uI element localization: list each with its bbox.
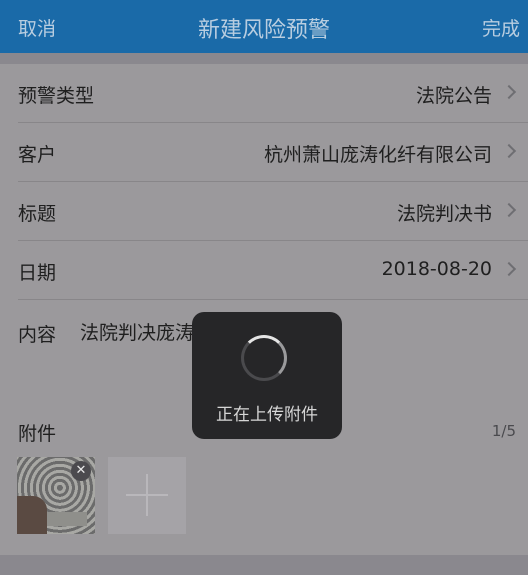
divider <box>18 299 528 300</box>
upload-message: 正在上传附件 <box>216 405 318 425</box>
page-title: 新建风险预警 <box>197 18 330 43</box>
chevron-right-icon <box>501 84 517 100</box>
spinner-icon <box>241 335 287 381</box>
row-value: 法院公告 <box>415 85 492 107</box>
row-date[interactable]: 日期 2018-08-20 <box>0 241 528 299</box>
row-value: 2018-08-20 <box>381 258 492 280</box>
nav-bar: 取消 新建风险预警 完成 <box>0 0 528 53</box>
row-warning-type[interactable]: 预警类型 法院公告 <box>0 64 528 122</box>
section-gap <box>0 53 528 64</box>
section-gap <box>0 555 528 575</box>
row-title[interactable]: 标题 法院判决书 <box>0 182 528 240</box>
row-value: 法院判决书 <box>396 203 492 225</box>
thumbnail-photo-part <box>17 496 47 534</box>
row-label: 客户 <box>18 144 57 166</box>
add-attachment-button[interactable] <box>108 457 186 534</box>
row-label: 日期 <box>18 262 57 284</box>
upload-progress-hud: 正在上传附件 <box>192 312 342 439</box>
row-value: 杭州萧山庞涛化纤有限公司 <box>263 144 492 166</box>
chevron-right-icon <box>501 261 517 277</box>
attachments-count: 1/5 <box>491 422 516 440</box>
row-label: 标题 <box>18 203 57 225</box>
row-label: 预警类型 <box>18 85 95 107</box>
done-button[interactable]: 完成 <box>482 14 520 41</box>
content-label: 内容 <box>18 324 57 346</box>
chevron-right-icon <box>501 143 517 159</box>
attachments-label: 附件 <box>18 423 57 445</box>
close-icon[interactable]: ✕ <box>71 461 91 481</box>
row-customer[interactable]: 客户 杭州萧山庞涛化纤有限公司 <box>0 123 528 181</box>
chevron-right-icon <box>501 202 517 218</box>
thumbnail-card-part <box>47 512 87 526</box>
